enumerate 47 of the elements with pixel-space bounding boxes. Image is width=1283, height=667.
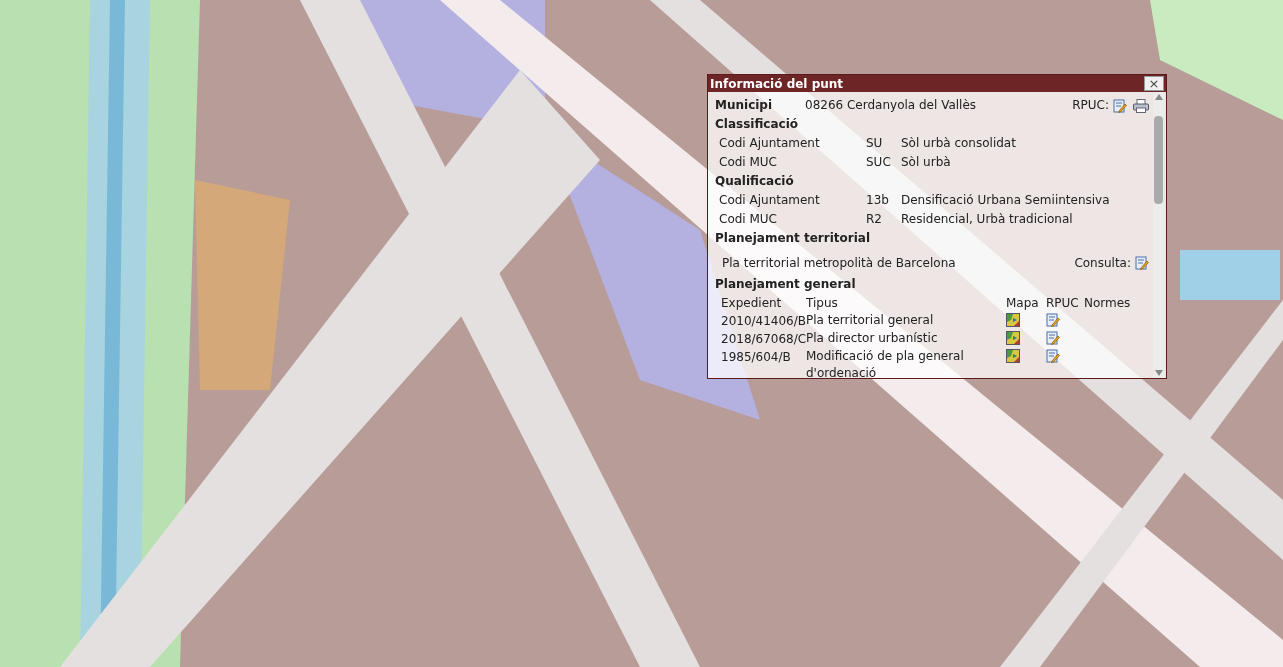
plan-name: Pla territorial metropolità de Barcelona (722, 255, 957, 272)
table-cell-text: Pla territorial general (806, 312, 935, 329)
table-cell-text: Pla director urbanístic (806, 330, 939, 347)
row-code: 13b (866, 192, 890, 209)
scrollbar-thumb[interactable] (1154, 116, 1163, 204)
column-header: Expedient (721, 295, 783, 312)
field-value: 08266 Cerdanyola del Vallès (805, 97, 978, 114)
map-icon[interactable] (1006, 349, 1020, 363)
row-description: Sòl urbà (901, 154, 951, 171)
column-header: Normes (1084, 295, 1132, 312)
section-heading: Planejament territorial (715, 230, 872, 247)
map-icon[interactable] (1006, 331, 1020, 345)
row-description: Residencial, Urbà tradicional (901, 211, 1073, 228)
row-code: SU (866, 135, 884, 152)
row-label: Codi Ajuntament (719, 135, 821, 152)
row-label: Codi Ajuntament (719, 192, 821, 209)
section-heading: Classificació (715, 116, 799, 133)
row-code: R2 (866, 211, 883, 228)
scroll-up-icon[interactable] (1154, 94, 1163, 100)
table-cell-text: Modificació de pla general d'ordenació (806, 348, 965, 382)
edit-icon[interactable] (1046, 331, 1060, 345)
popup-title: Informació del punt (710, 77, 844, 90)
edit-icon[interactable] (1135, 256, 1149, 270)
scroll-down-icon[interactable] (1154, 370, 1163, 376)
close-button[interactable]: × (1144, 76, 1164, 91)
row-code: SUC (866, 154, 892, 171)
consulta-label: Consulta: (1074, 255, 1131, 272)
table-cell-text: 1985/604/B (721, 349, 792, 366)
scrollbar[interactable] (1153, 92, 1164, 378)
print-icon[interactable] (1133, 98, 1149, 113)
row-description: Sòl urbà consolidat (901, 135, 1016, 152)
column-header: Mapa (1006, 295, 1040, 312)
row-label: Codi MUC (719, 211, 778, 228)
row-description: Densificació Urbana Semiintensiva (901, 192, 1110, 209)
row-label: Codi MUC (719, 154, 778, 171)
table-cell-text: 2010/41406/B (721, 313, 806, 330)
column-header: Tipus (806, 295, 839, 312)
edit-icon[interactable] (1113, 98, 1127, 113)
section-heading: Qualificació (715, 173, 795, 190)
rpuc-label: RPUC: (1072, 97, 1109, 114)
map-icon[interactable] (1006, 313, 1020, 327)
column-header: RPUC (1046, 295, 1080, 312)
field-label: Municipi (715, 97, 774, 114)
table-cell-text: 2018/67068/C (721, 331, 806, 348)
section-heading: Planejament general (715, 276, 857, 293)
edit-icon[interactable] (1046, 349, 1060, 363)
edit-icon[interactable] (1046, 313, 1060, 327)
